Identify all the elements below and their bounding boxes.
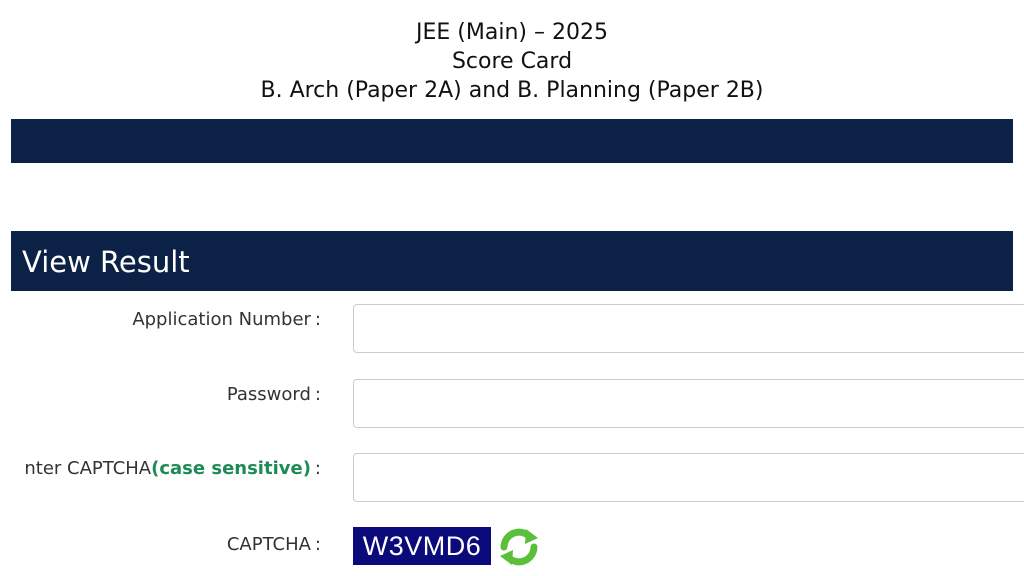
- captcha-label-text: CAPTCHA: [226, 534, 311, 555]
- captcha-input-label: nter CAPTCHA(case sensitive):: [24, 458, 321, 479]
- captcha-label: CAPTCHA:: [227, 534, 321, 555]
- page-header: JEE (Main) – 2025 Score Card B. Arch (Pa…: [0, 18, 1024, 105]
- label-colon: :: [314, 309, 321, 330]
- score-card-title: Score Card: [451, 49, 573, 74]
- paper-subtitle: B. Arch (Paper 2A) and B. Planning (Pape…: [260, 78, 764, 103]
- header-band: [11, 119, 1013, 163]
- application-number-label: Application Number:: [132, 309, 321, 330]
- label-colon: :: [314, 458, 321, 479]
- view-result-title: View Result: [22, 245, 190, 279]
- refresh-icon[interactable]: [497, 526, 541, 568]
- application-number-label-text: Application Number: [132, 309, 311, 330]
- password-label: Password:: [227, 384, 321, 405]
- label-colon: :: [314, 384, 321, 405]
- score-card-page: JEE (Main) – 2025 Score Card B. Arch (Pa…: [0, 0, 1024, 576]
- application-number-input[interactable]: [353, 304, 1024, 353]
- label-colon: :: [314, 534, 321, 555]
- password-label-text: Password: [226, 384, 311, 405]
- exam-title: JEE (Main) – 2025: [416, 20, 608, 45]
- password-input[interactable]: [353, 379, 1024, 428]
- case-sensitive-hint: (case sensitive): [151, 458, 311, 479]
- captcha-input-label-text: nter CAPTCHA: [24, 458, 152, 479]
- view-result-bar: View Result: [11, 231, 1013, 291]
- captcha-input[interactable]: [353, 453, 1024, 502]
- captcha-image: W3VMD6: [353, 527, 491, 565]
